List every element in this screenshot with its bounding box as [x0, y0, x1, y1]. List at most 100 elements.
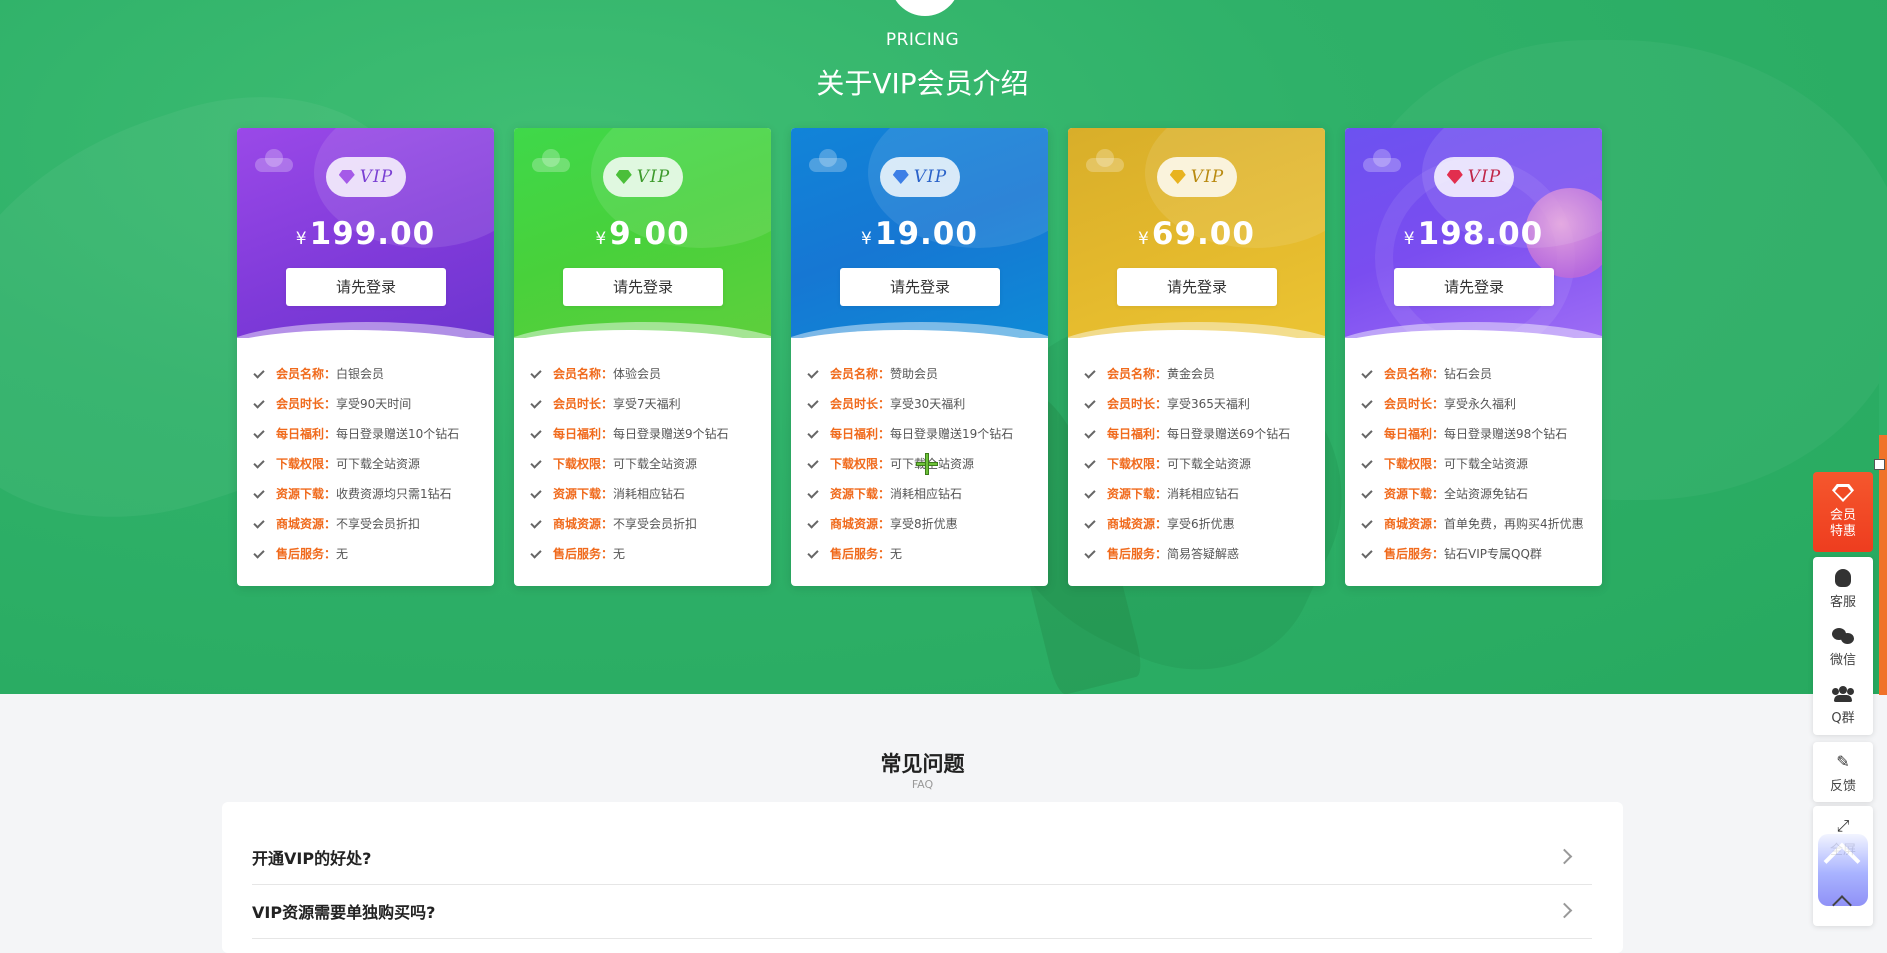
feature-item: 每日福利： 每日登录赠送69个钻石 [1082, 418, 1322, 448]
vip-badge: VIP [326, 157, 406, 197]
diamond-icon [1446, 170, 1463, 184]
feature-list: 会员名称： 黄金会员 会员时长： 享受365天福利 每日福利： 每日登录赠送69个钻石… [1082, 358, 1322, 568]
feature-item: 商城资源： 享受8折优惠 [805, 508, 1045, 538]
feature-item: 下载权限：可下载全站资源 [1359, 448, 1599, 478]
service-button[interactable]: 客服 [1813, 559, 1873, 617]
edit-icon: ✎ [1836, 752, 1850, 771]
feature-item: 商城资源： 享受6折优惠 [1082, 508, 1322, 538]
card-header: VIP ¥69.00 请先登录 [1068, 128, 1325, 338]
check-icon [807, 427, 819, 439]
feature-item: 售后服务： 钻石VIP专属QQ群 [1359, 538, 1599, 568]
vip-badge: VIP [603, 157, 683, 197]
check-icon [530, 547, 542, 559]
feature-item: 会员时长： 享受365天福利 [1082, 388, 1322, 418]
card-header: VIP ¥198.00 请先登录 [1345, 128, 1602, 338]
check-icon [807, 397, 819, 409]
group-icon [1832, 686, 1854, 702]
feature-list: 会员名称： 钻石会员 会员时长： 享受永久福利 每日福利： 每日登录赠送98个钻石 下… [1359, 358, 1599, 568]
check-icon [1361, 487, 1373, 499]
feature-item: 会员时长： 享受7天福利 [528, 388, 768, 418]
check-icon [1361, 457, 1373, 469]
faq-item[interactable]: 开通VIP的好处? [252, 832, 1592, 885]
cloud-icon [809, 149, 847, 172]
vip-badge-text: VIP [636, 167, 671, 187]
check-icon [530, 397, 542, 409]
check-icon [1084, 547, 1096, 559]
feature-item: 商城资源： 不享受会员折扣 [251, 508, 491, 538]
check-icon [253, 457, 265, 469]
section-icon [890, 0, 960, 16]
vip-card-sponsor: VIP ¥19.00 请先登录 会员名称： 赞助会员 会员时长： 享受30天福利 每… [791, 128, 1048, 586]
feature-item: 下载权限：可下载全站资源 [251, 448, 491, 478]
diamond-icon [338, 170, 355, 184]
feature-list: 会员名称： 白银会员 会员时长： 享受90天时间 每日福利： 每日登录赠送10个钻石 … [251, 358, 491, 568]
price: ¥198.00 [1403, 216, 1544, 252]
vip-badge-text: VIP [1467, 167, 1502, 187]
chevron-right-icon [1556, 848, 1573, 865]
feature-item: 会员名称： 白银会员 [251, 358, 491, 388]
check-icon [1084, 367, 1096, 379]
check-icon [253, 517, 265, 529]
feature-item: 资源下载： 收费资源均只需1钻石 [251, 478, 491, 508]
login-button[interactable]: 请先登录 [286, 268, 446, 306]
check-icon [530, 457, 542, 469]
check-icon [807, 457, 819, 469]
diamond-icon [892, 170, 909, 184]
login-button[interactable]: 请先登录 [840, 268, 1000, 306]
move-cursor-icon [914, 451, 940, 477]
feedback-label: 反馈 [1829, 779, 1856, 794]
feature-item: 售后服务：无 [528, 538, 768, 568]
cloud-icon [532, 149, 570, 172]
price: ¥69.00 [1138, 216, 1255, 252]
feature-item: 下载权限：可下载全站资源 [1082, 448, 1322, 478]
page-title: 关于VIP会员介绍 [816, 67, 1029, 100]
vip-badge: VIP [1157, 157, 1237, 197]
check-icon [807, 547, 819, 559]
qq-group-label: Q群 [1831, 711, 1855, 726]
check-icon [1361, 397, 1373, 409]
feature-item: 资源下载： 消耗相应钻石 [1082, 478, 1322, 508]
check-icon [253, 397, 265, 409]
feature-list: 会员名称： 体验会员 会员时长： 享受7天福利 每日福利： 每日登录赠送9个钻石 下载… [528, 358, 768, 568]
vip-card-list: VIP ¥199.00 请先登录 会员名称： 白银会员 会员时长： 享受90天时间 … [237, 128, 1605, 586]
service-label: 客服 [1829, 595, 1856, 610]
check-icon [1084, 517, 1096, 529]
check-icon [1084, 487, 1096, 499]
qq-icon [1835, 569, 1851, 587]
arrow-up-icon [1823, 842, 1861, 880]
faq-title: 常见问题 [880, 752, 965, 776]
feature-item: 会员名称： 钻石会员 [1359, 358, 1599, 388]
login-button[interactable]: 请先登录 [1394, 268, 1554, 306]
check-icon [530, 487, 542, 499]
vip-offer-button[interactable]: 会员 特惠 [1813, 472, 1873, 552]
scroll-strip [1879, 435, 1887, 695]
login-button[interactable]: 请先登录 [1117, 268, 1277, 306]
check-icon [807, 367, 819, 379]
check-icon [1084, 427, 1096, 439]
wechat-button[interactable]: 微信 [1813, 617, 1873, 675]
check-icon [530, 427, 542, 439]
check-icon [1084, 397, 1096, 409]
feature-item: 每日福利： 每日登录赠送19个钻石 [805, 418, 1045, 448]
login-button[interactable]: 请先登录 [563, 268, 723, 306]
vip-badge-text: VIP [359, 167, 394, 187]
vip-badge-text: VIP [913, 167, 948, 187]
card-header: VIP ¥199.00 请先登录 [237, 128, 494, 338]
feedback-button[interactable]: ✎ 反馈 [1813, 743, 1873, 801]
feature-item: 每日福利： 每日登录赠送9个钻石 [528, 418, 768, 448]
scroll-handle[interactable] [1874, 459, 1885, 470]
diamond-icon [615, 170, 632, 184]
cloud-icon [255, 149, 293, 172]
wechat-icon [1832, 628, 1854, 644]
feature-item: 会员名称： 赞助会员 [805, 358, 1045, 388]
check-icon [1084, 457, 1096, 469]
feature-item: 商城资源： 首单免费，再购买4折优惠 [1359, 508, 1599, 538]
diamond-icon [1169, 170, 1186, 184]
qq-group-button[interactable]: Q群 [1813, 675, 1873, 733]
faq-item[interactable]: VIP资源需要单独购买吗? [252, 886, 1592, 939]
faq-question: VIP资源需要单独购买吗? [252, 903, 436, 922]
wechat-label: 微信 [1829, 653, 1856, 668]
feature-item: 每日福利： 每日登录赠送10个钻石 [251, 418, 491, 448]
feature-item: 商城资源： 不享受会员折扣 [528, 508, 768, 538]
check-icon [253, 427, 265, 439]
